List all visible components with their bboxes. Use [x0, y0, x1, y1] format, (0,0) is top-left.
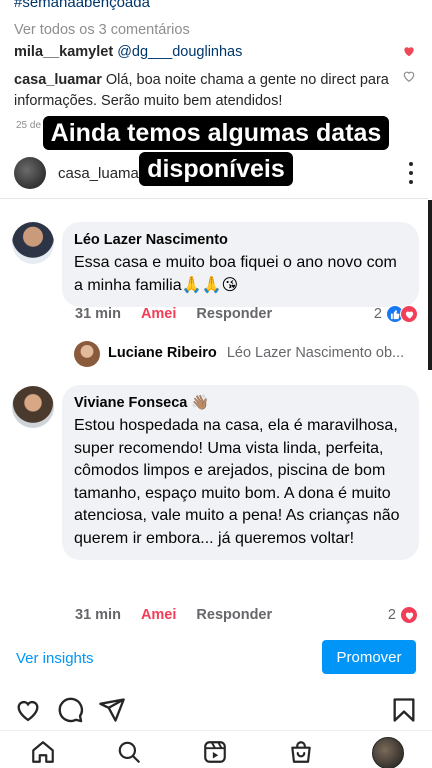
comment-1: mila__kamylet @dg___douglinhas — [14, 42, 392, 63]
bookmark-icon[interactable] — [390, 696, 418, 724]
comment-text: Estou hospedada na casa, ela é maravilho… — [74, 417, 400, 547]
comment-time: 31 min — [75, 306, 121, 322]
promote-button[interactable]: Promover — [322, 640, 416, 674]
reply-preview: Luciane Ribeiro Léo Lazer Nascimento ob.… — [108, 345, 418, 361]
caption-line-2: disponíveis — [139, 152, 293, 186]
view-insights-link[interactable]: Ver insights — [16, 650, 94, 667]
image-edge — [428, 200, 432, 370]
comment-time: 31 min — [75, 607, 121, 623]
comment-user[interactable]: casa_luamar — [14, 72, 102, 88]
hashtag[interactable]: #semanaabençoada — [14, 0, 150, 11]
commenter-name: Léo Lazer Nascimento — [74, 232, 228, 248]
comment-2: casa_luamar Olá, boa noite chama a gente… — [14, 70, 392, 112]
comment-meta: 31 min Amei Responder — [75, 607, 272, 623]
reaction-summary: 2 — [374, 305, 418, 323]
more-options-icon[interactable] — [408, 162, 414, 184]
reaction-summary: 2 — [388, 606, 418, 624]
comment-user[interactable]: mila__kamylet — [14, 44, 113, 60]
reply-name: Luciane Ribeiro — [108, 345, 217, 361]
commenter-name: Viviane Fonseca 👋🏽 — [74, 395, 210, 411]
bottom-navigation — [0, 730, 432, 768]
reaction-count: 2 — [387, 607, 396, 623]
love-reaction-label: Amei — [140, 306, 177, 322]
comment-meta: 31 min Amei Responder — [75, 306, 272, 322]
heart-icon[interactable] — [402, 69, 416, 83]
comment-text: Essa casa e muito boa fiquei o ano novo … — [74, 254, 397, 294]
avatar — [12, 222, 54, 264]
reels-icon[interactable] — [202, 739, 228, 765]
search-icon[interactable] — [116, 739, 142, 765]
profile-avatar[interactable] — [372, 737, 404, 768]
view-all-comments-link[interactable]: Ver todos os 3 comentários — [14, 22, 190, 38]
comment-mention[interactable]: @dg___douglinhas — [117, 44, 242, 60]
avatar — [74, 341, 100, 367]
heart-icon[interactable] — [14, 696, 42, 724]
send-icon[interactable] — [98, 696, 126, 724]
fb-comment-bubble: Viviane Fonseca 👋🏽 Estou hospedada na ca… — [62, 385, 419, 560]
home-icon[interactable] — [30, 739, 56, 765]
caption-line-1: Ainda temos algumas datas — [42, 116, 390, 150]
reply-text: Léo Lazer Nascimento ob... — [226, 345, 405, 361]
love-icon — [400, 305, 418, 323]
post-actions — [0, 694, 432, 726]
reply-label: Responder — [196, 607, 273, 623]
shop-icon[interactable] — [288, 739, 314, 765]
reaction-count: 2 — [373, 306, 382, 322]
love-icon — [400, 606, 418, 624]
liked-heart-icon[interactable] — [402, 44, 416, 58]
fb-comment-bubble: Léo Lazer Nascimento Essa casa e muito b… — [62, 222, 419, 307]
story-caption: Ainda temos algumas datas disponíveis — [0, 116, 432, 186]
reply-label: Responder — [196, 306, 273, 322]
love-reaction-label: Amei — [140, 607, 177, 623]
avatar — [12, 386, 54, 428]
comment-icon[interactable] — [56, 696, 84, 724]
